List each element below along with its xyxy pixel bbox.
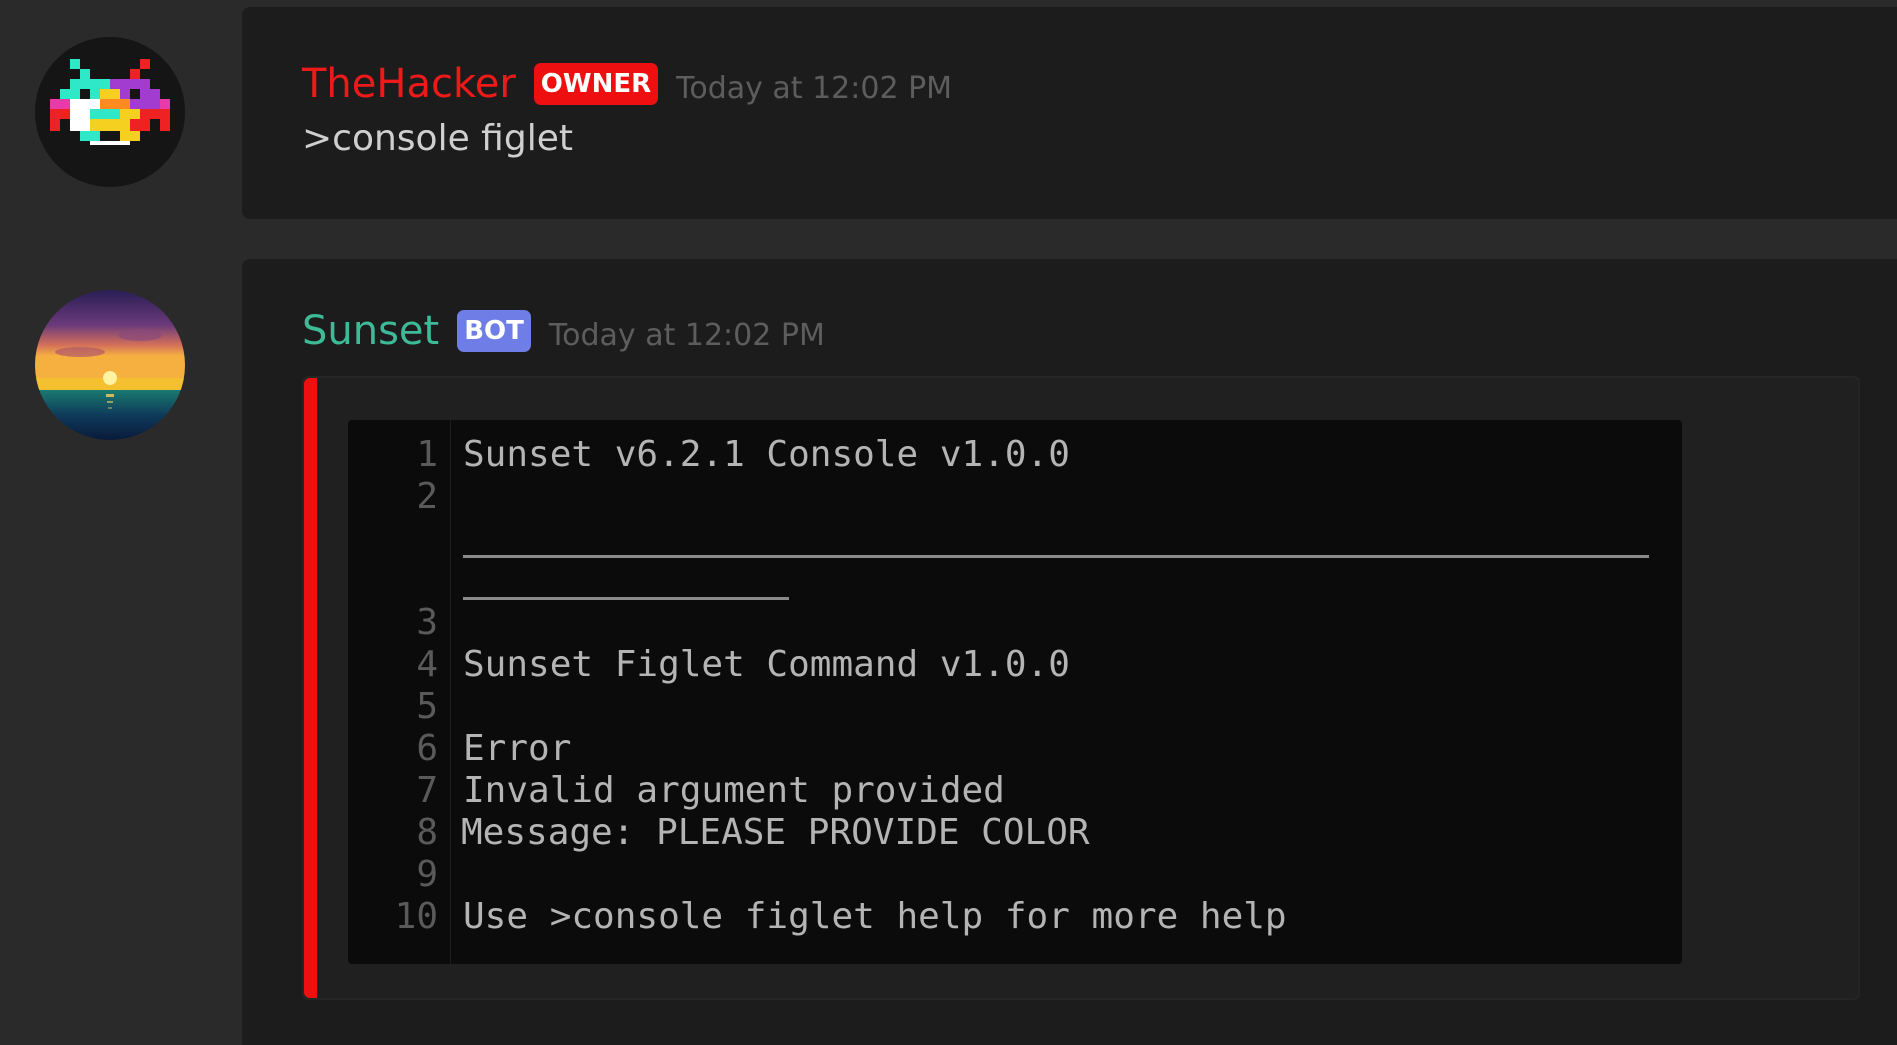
avatar[interactable] (35, 37, 185, 187)
timestamp: Today at 12:02 PM (676, 70, 953, 106)
username[interactable]: Sunset (302, 306, 439, 356)
code-line: Error (463, 728, 572, 769)
avatar[interactable] (35, 290, 185, 440)
owner-badge: OWNER (533, 63, 659, 105)
code-line: Message: PLEASE PROVIDE COLOR (461, 812, 1090, 853)
code-line: Sunset v6.2.1 Console v1.0.0 (463, 434, 1070, 475)
code-block: 1 2 3 4 5 6 7 8 9 10 Sunset v6.2.1 Conso… (348, 420, 1682, 964)
bot-badge: BOT (457, 310, 531, 352)
username[interactable]: TheHacker (302, 59, 516, 109)
space-invader-icon (35, 37, 185, 187)
line-number: 10 (394, 896, 438, 937)
sunset-icon (35, 290, 185, 440)
code-line: Invalid argument provided (463, 770, 1005, 811)
embed-accent-bar (304, 378, 317, 998)
line-number: 3 (416, 602, 438, 643)
code-line: Sunset Figlet Command v1.0.0 (463, 644, 1070, 685)
line-number: 6 (416, 728, 438, 769)
code-line: Use >console figlet help for more help (463, 896, 1287, 937)
line-number-gutter: 1 2 3 4 5 6 7 8 9 10 (348, 420, 451, 964)
line-number: 5 (416, 686, 438, 727)
embed: 1 2 3 4 5 6 7 8 9 10 Sunset v6.2.1 Conso… (302, 376, 1860, 1000)
separator-line (463, 555, 1649, 558)
line-number: 4 (416, 644, 438, 685)
line-number: 9 (416, 854, 438, 895)
line-number: 7 (416, 770, 438, 811)
message-content: >console figlet (302, 118, 573, 159)
message-header: TheHacker OWNER Today at 12:02 PM (302, 59, 952, 109)
line-number: 1 (416, 434, 438, 475)
message-header: Sunset BOT Today at 12:02 PM (302, 306, 825, 356)
message-sunset: Sunset BOT Today at 12:02 PM 1 2 3 4 5 6… (242, 259, 1897, 1045)
line-number: 2 (416, 476, 438, 517)
timestamp: Today at 12:02 PM (548, 317, 825, 353)
message-thehacker: TheHacker OWNER Today at 12:02 PM >conso… (242, 7, 1897, 219)
separator-line (463, 597, 789, 600)
line-number: 8 (416, 812, 438, 853)
